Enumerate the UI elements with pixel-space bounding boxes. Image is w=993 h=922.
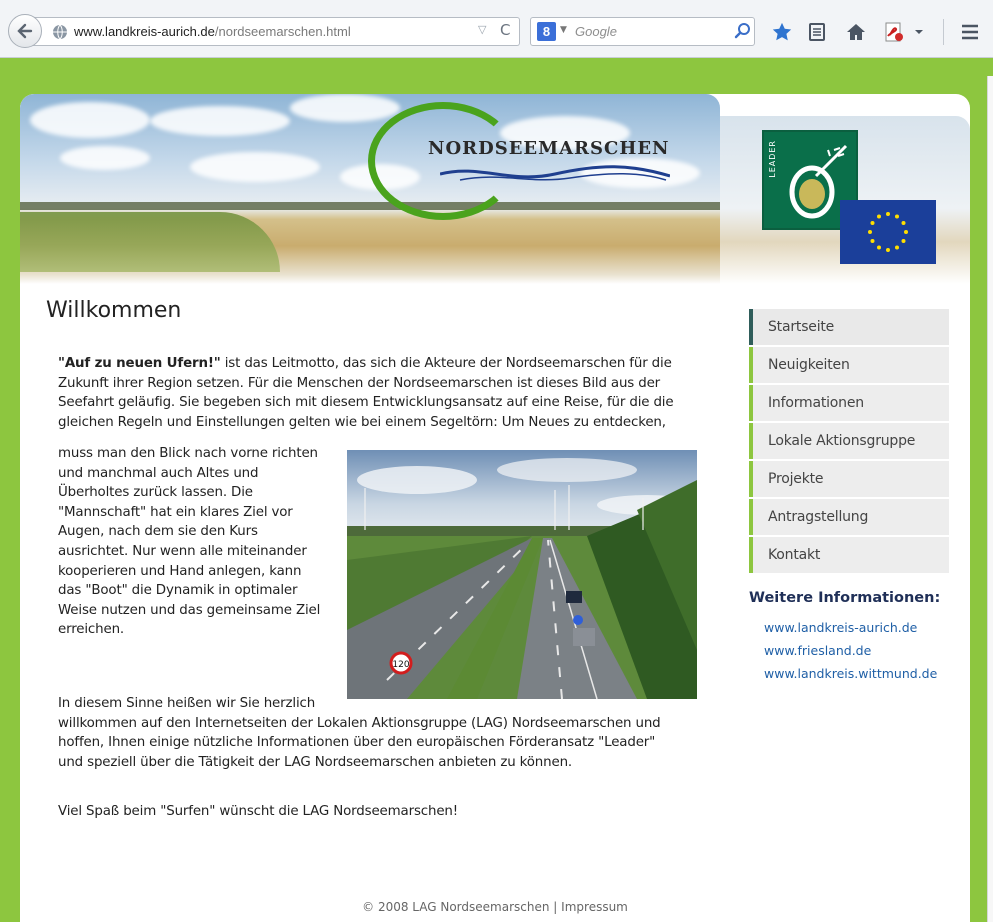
- browser-toolbar: www.landkreis-aurich.de/nordseemarschen.…: [0, 0, 993, 58]
- link-landkreis-wittmund[interactable]: www.landkreis.wittmund.de: [764, 662, 937, 685]
- welcome-line: willkommen auf den Internetseiten der Lo…: [58, 715, 661, 731]
- highway-photo: 120: [347, 450, 697, 699]
- wrapped-paragraph: muss man den Blick nach vorne richten un…: [58, 444, 343, 640]
- url-path: /nordseemarschen.html: [214, 24, 351, 39]
- page-scroll-edge: [987, 76, 993, 922]
- nav-item-kontakt[interactable]: Kontakt: [749, 537, 949, 573]
- nav-item-informationen[interactable]: Informationen: [749, 385, 949, 421]
- page-footer: © 2008 LAG Nordseemarschen | Impressum: [20, 900, 970, 914]
- banner-landscape-image: NORDSEEMARSCHEN: [20, 94, 720, 284]
- pdf-icon[interactable]: [882, 20, 906, 44]
- home-icon[interactable]: [844, 20, 868, 44]
- footer-impressum-link[interactable]: Impressum: [561, 900, 628, 914]
- toolbar-separator: [943, 19, 944, 45]
- url-dropdown-icon[interactable]: ▽: [478, 23, 486, 36]
- welcome-line: hoffen, Ihnen einige nützliche Informati…: [58, 735, 656, 751]
- nav-item-projekte[interactable]: Projekte: [749, 461, 949, 497]
- intro-motto: "Auf zu neuen Ufern!": [58, 356, 221, 371]
- url-bar[interactable]: www.landkreis-aurich.de/nordseemarschen.…: [30, 17, 520, 46]
- nav-item-neuigkeiten[interactable]: Neuigkeiten: [749, 347, 949, 383]
- search-engine-icon[interactable]: 8: [537, 22, 556, 41]
- banner-right-image: LEADER: [720, 116, 970, 284]
- intro-line: Seefahrt geläufig. Sie begeben sich mit …: [58, 395, 674, 411]
- wrap-line: muss man den Blick nach vorne richten: [58, 446, 318, 461]
- wrap-line: Weise nutzen und das gemeinsame Ziel: [58, 602, 321, 618]
- page-card: NORDSEEMARSCHEN LEADER Willkommen "Auf z…: [20, 94, 970, 922]
- welcome-paragraph: In diesem Sinne heißen wir Sie herzlich …: [58, 694, 748, 772]
- intro-line: gleichen Regeln und Einstellungen gelten…: [58, 414, 666, 430]
- further-info-links: www.landkreis-aurich.de www.friesland.de…: [764, 616, 937, 685]
- wrap-line: erreichen.: [58, 622, 125, 638]
- logo-arc: [368, 102, 518, 220]
- sidebar-nav: Startseite Neuigkeiten Informationen Lok…: [749, 309, 949, 575]
- bookmark-star-icon[interactable]: [770, 20, 794, 44]
- reading-list-icon[interactable]: [805, 20, 829, 44]
- menu-icon[interactable]: [958, 20, 982, 44]
- footer-separator: |: [553, 900, 558, 914]
- link-friesland[interactable]: www.friesland.de: [764, 639, 937, 662]
- nav-item-startseite[interactable]: Startseite: [749, 309, 949, 345]
- site-logo-text: NORDSEEMARSCHEN: [428, 138, 670, 159]
- logo-wave-icon: [440, 165, 670, 181]
- eu-flag-icon: [840, 200, 936, 264]
- welcome-line: In diesem Sinne heißen wir Sie herzlich: [58, 696, 316, 711]
- reload-icon[interactable]: C: [500, 21, 510, 39]
- intro-paragraph: "Auf zu neuen Ufern!" ist das Leitmotto,…: [58, 354, 718, 432]
- search-engine-dropdown-icon[interactable]: ▼: [560, 25, 567, 35]
- search-icon[interactable]: [734, 22, 752, 44]
- nav-item-lokale-aktionsgruppe[interactable]: Lokale Aktionsgruppe: [749, 423, 949, 459]
- intro-line: "Auf zu neuen Ufern!" ist das Leitmotto,…: [58, 356, 672, 371]
- footer-copyright: © 2008 LAG Nordseemarschen: [362, 900, 550, 914]
- nav-item-antragstellung[interactable]: Antragstellung: [749, 499, 949, 535]
- page-title: Willkommen: [46, 298, 182, 323]
- closing-paragraph: Viel Spaß beim "Surfen" wünscht die LAG …: [58, 804, 458, 819]
- wrap-line: Augen, nach dem sie den Kurs: [58, 524, 258, 540]
- globe-icon: [52, 24, 68, 44]
- back-arrow-icon: [17, 23, 33, 39]
- search-placeholder[interactable]: Google: [575, 24, 617, 39]
- intro-line: Zukunft ihrer Region setzen. Für die Men…: [58, 375, 661, 391]
- header-banner: NORDSEEMARSCHEN LEADER: [20, 94, 970, 284]
- wrap-line: kooperieren und Hand anlegen, kann: [58, 563, 302, 579]
- road-sign-text: 120: [392, 660, 409, 670]
- wrap-line: "Mannschaft" hat ein klares Ziel vor: [58, 504, 293, 520]
- url-domain: www.landkreis-aurich.de: [74, 24, 215, 39]
- welcome-line: und speziell über die Tätigkeit der LAG …: [58, 754, 573, 770]
- back-button[interactable]: [8, 14, 42, 48]
- wrap-line: ausrichtet. Nur wenn alle miteinander: [58, 543, 307, 559]
- link-landkreis-aurich[interactable]: www.landkreis-aurich.de: [764, 616, 937, 639]
- url-text[interactable]: www.landkreis-aurich.de/nordseemarschen.…: [74, 24, 351, 39]
- search-bar[interactable]: 8 ▼ Google: [530, 17, 755, 46]
- wrap-line: und manchmal auch Altes und: [58, 465, 259, 481]
- further-info-heading: Weitere Informationen:: [749, 590, 941, 606]
- wrap-line: Überholtes zurück lassen. Die: [58, 485, 253, 501]
- pdf-dropdown-icon[interactable]: [912, 20, 926, 44]
- wrap-line: das "Boot" die Dynamik in optimaler: [58, 583, 298, 599]
